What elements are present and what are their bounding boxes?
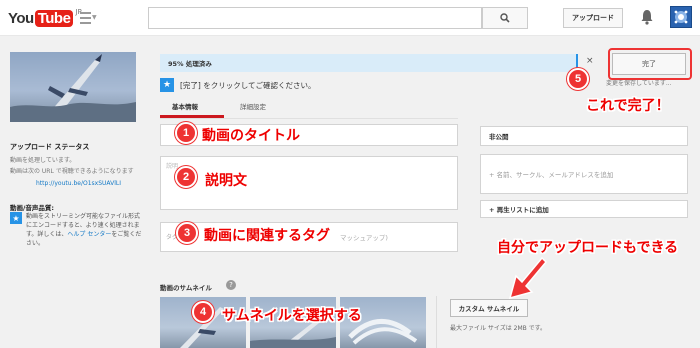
help-center-link[interactable]: ヘルプ センター <box>67 231 111 238</box>
upload-status-title: アップロード ステータス <box>10 143 90 151</box>
thumbnails-label: 動画のサムネイル <box>160 284 212 292</box>
tags-placeholder-example: マッシュアップ) <box>340 234 388 242</box>
tab-basic-info[interactable]: 基本情報 <box>172 101 198 111</box>
video-thumbnail <box>10 52 136 122</box>
step-badge-5: 5 <box>567 68 589 90</box>
youtube-logo[interactable]: You Tube JP <box>8 8 82 28</box>
saving-status: 変更を保存しています... <box>606 80 672 87</box>
search-icon <box>500 13 510 23</box>
callout-thumbnail: サムネイルを選択する <box>222 308 362 324</box>
tab-divider <box>160 118 458 119</box>
done-highlight-box <box>608 48 692 80</box>
tab-advanced-settings[interactable]: 詳細設定 <box>240 101 266 111</box>
avatar-icon <box>674 10 688 24</box>
callout-tags: 動画に関連するタグ <box>204 228 330 244</box>
privacy-select[interactable]: 非公開 <box>480 126 688 146</box>
thumbnail-divider <box>436 296 437 348</box>
confirm-message: [完了] をクリックしてご確認ください。 <box>180 81 316 90</box>
processing-text: 動画を処理しています。 <box>10 157 76 164</box>
callout-title: 動画のタイトル <box>202 128 300 144</box>
step-badge-2: 2 <box>175 166 197 188</box>
help-icon[interactable]: ? <box>226 280 236 290</box>
step-badge-4: 4 <box>192 301 214 323</box>
arrow-icon <box>508 256 548 300</box>
step-badge-1: 1 <box>175 122 197 144</box>
logo-you-text: You <box>8 9 34 27</box>
star-icon: ★ <box>160 78 174 92</box>
callout-done: これで完了！ <box>586 98 670 114</box>
search-input[interactable] <box>148 7 482 29</box>
avatar[interactable] <box>670 6 692 28</box>
quality-title: 動画/音声品質: <box>10 204 54 212</box>
youtube-upload-screen: You Tube JP ▼ アップロード アップロード ステータス 動画を処理し… <box>0 0 700 348</box>
chevron-down-icon: ▼ <box>92 14 97 21</box>
quality-text: 動画をストリーミング可能なファイル形式にエンコードすると、より速く処理されます。… <box>26 212 144 248</box>
add-to-playlist-button[interactable]: + 再生リストに追加 <box>480 200 688 218</box>
video-url-text: 動画は次の URL で視聴できるようになります <box>10 168 134 175</box>
thumbnail-size-note: 最大ファイル サイズは 2MB です。 <box>450 325 547 332</box>
search-button[interactable] <box>482 7 528 29</box>
video-url-link[interactable]: http://youtu.be/O1sxSUAVlLI <box>36 180 121 187</box>
star-icon: ★ <box>10 212 22 224</box>
step-badge-3: 3 <box>176 222 198 244</box>
callout-description: 説明文 <box>205 173 247 189</box>
description-placeholder: 説明 <box>166 163 179 170</box>
close-icon[interactable]: × <box>586 56 594 66</box>
logo-tube-text: Tube <box>34 9 74 27</box>
share-input[interactable]: + 名前、サークル、メールアドレスを追加 <box>480 154 688 194</box>
processing-progress-bar: 95% 処理済み <box>160 54 578 72</box>
bell-icon[interactable] <box>641 9 653 25</box>
upload-button[interactable]: アップロード <box>563 8 623 28</box>
